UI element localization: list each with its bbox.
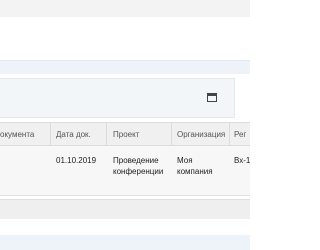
column-header-organization[interactable]: Организация: [177, 130, 225, 139]
column-header-project[interactable]: Проект: [113, 130, 139, 139]
column-header-document[interactable]: окумента: [0, 130, 34, 139]
top-bar: [0, 0, 250, 17]
cell-organization: Моя компания: [177, 155, 213, 177]
column-separator[interactable]: [50, 122, 51, 146]
table-footer-bar: [0, 199, 250, 220]
cell-doc-date: 01.10.2019: [56, 156, 97, 165]
cell-project-line: Проведение: [113, 156, 159, 165]
cell-project: Проведение конференции: [113, 155, 163, 177]
column-separator[interactable]: [106, 122, 107, 146]
cell-project-line: конференции: [113, 167, 164, 176]
bottom-bar: [0, 235, 250, 250]
column-separator[interactable]: [171, 122, 172, 146]
filter-panel: [0, 78, 235, 118]
cell-organization-line: компания: [177, 167, 213, 176]
cell-organization-line: Моя: [177, 156, 193, 165]
window-icon[interactable]: [207, 93, 217, 102]
column-separator[interactable]: [229, 122, 230, 146]
column-header-reg[interactable]: Рег: [234, 130, 246, 139]
bottom-spacer: [0, 219, 250, 235]
top-blank-area: [0, 17, 250, 60]
section-divider-bar: [0, 60, 250, 74]
column-header-doc-date[interactable]: Дата док.: [56, 130, 91, 139]
cell-reg: Вх-1: [234, 156, 251, 165]
